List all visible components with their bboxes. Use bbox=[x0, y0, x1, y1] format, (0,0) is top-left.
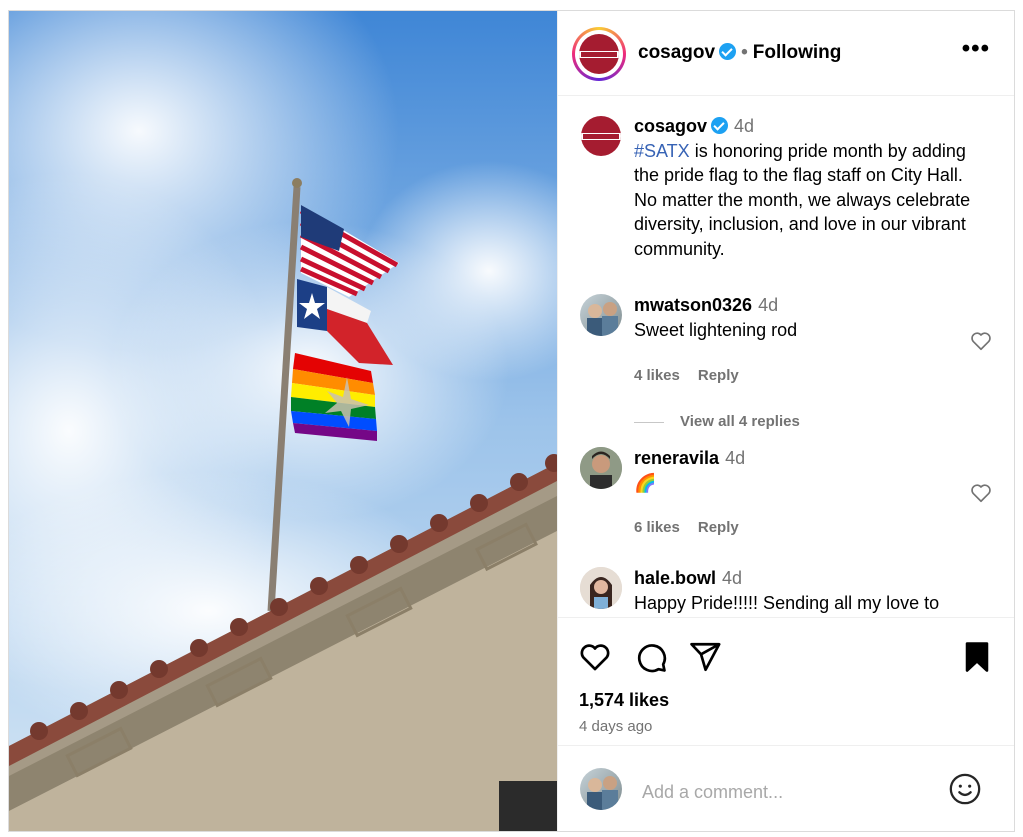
reply-button[interactable]: Reply bbox=[698, 519, 739, 536]
like-comment-heart-icon[interactable] bbox=[970, 482, 992, 504]
comment-time: 4d bbox=[725, 448, 746, 468]
header-username[interactable]: cosagov bbox=[638, 42, 715, 63]
emoji-smiley-icon[interactable] bbox=[948, 772, 982, 806]
like-heart-icon[interactable] bbox=[578, 640, 612, 674]
comment-meta: 4 likes Reply bbox=[634, 367, 757, 384]
caption: cosagov 4d #SATX is honoring pride month … bbox=[634, 114, 974, 261]
comment-time: 4d bbox=[722, 568, 743, 588]
comment-bubble-icon[interactable] bbox=[634, 640, 668, 674]
add-comment-bar: Add a comment... bbox=[558, 745, 1014, 832]
comment-avatar[interactable] bbox=[580, 294, 622, 336]
following-button[interactable]: Following bbox=[753, 42, 842, 63]
more-options-icon[interactable]: ••• bbox=[962, 35, 990, 63]
photo-flags-city-hall bbox=[9, 11, 557, 831]
caption-username[interactable]: cosagov bbox=[634, 116, 707, 136]
comment-username[interactable]: mwatson0326 bbox=[634, 295, 752, 315]
post-header: cosagov • Following ••• bbox=[558, 11, 1014, 96]
share-paper-plane-icon[interactable] bbox=[688, 640, 722, 674]
comments-list[interactable]: cosagov 4d #SATX is honoring pride month … bbox=[558, 95, 1014, 617]
header-username-row: cosagov • Following bbox=[638, 42, 841, 64]
save-bookmark-icon[interactable] bbox=[960, 640, 994, 674]
avatar-photo bbox=[587, 776, 618, 810]
comment: hale.bowl 4d Happy Pride!!!!! Sending all… bbox=[634, 566, 974, 615]
avatar-photo bbox=[587, 302, 618, 336]
replies-divider bbox=[634, 421, 664, 423]
comment-username[interactable]: hale.bowl bbox=[634, 568, 716, 588]
comment-likes[interactable]: 6 likes bbox=[634, 519, 680, 536]
caption-time: 4d bbox=[734, 116, 755, 136]
likes-count[interactable]: 1,574 likes bbox=[579, 690, 669, 711]
comment-text: Sweet lightening rod bbox=[634, 319, 798, 340]
like-comment-heart-icon[interactable] bbox=[970, 330, 992, 352]
post-side-panel: cosagov • Following ••• cosagov 4d #SATX is… bbox=[557, 11, 1014, 831]
comment: reneravila 4d 🌈 bbox=[634, 446, 974, 495]
reply-button[interactable]: Reply bbox=[698, 367, 739, 384]
comment-username[interactable]: reneravila bbox=[634, 448, 719, 468]
current-user-avatar bbox=[580, 768, 622, 810]
caption-avatar[interactable] bbox=[580, 115, 622, 157]
comment-avatar[interactable] bbox=[580, 567, 622, 609]
comment: mwatson0326 4d Sweet lightening rod bbox=[634, 293, 974, 342]
post-modal: cosagov • Following ••• cosagov 4d #SATX is… bbox=[8, 10, 1015, 832]
post-actions: 1,574 likes 4 days ago bbox=[558, 617, 1014, 746]
view-replies-button[interactable]: View all 4 replies bbox=[634, 413, 800, 430]
post-time-ago: 4 days ago bbox=[579, 718, 653, 735]
comment-time: 4d bbox=[758, 295, 779, 315]
hashtag-link[interactable]: #SATX bbox=[634, 141, 690, 161]
comment-meta: 6 likes Reply bbox=[634, 519, 757, 536]
avatar-photo bbox=[580, 567, 622, 609]
comment-text: 🌈 bbox=[634, 472, 657, 493]
verified-badge-icon bbox=[719, 43, 737, 60]
city-seal-logo bbox=[579, 34, 619, 74]
avatar-photo bbox=[580, 447, 622, 489]
separator-dot: • bbox=[741, 42, 748, 63]
post-photo[interactable] bbox=[9, 11, 557, 831]
view-replies-label: View all 4 replies bbox=[680, 413, 800, 430]
comment-text: Happy Pride!!!!! Sending all my love to bbox=[634, 592, 940, 613]
comment-avatar[interactable] bbox=[580, 447, 622, 489]
add-comment-input[interactable]: Add a comment... bbox=[642, 782, 783, 803]
verified-badge-icon bbox=[711, 117, 729, 134]
comment-likes[interactable]: 4 likes bbox=[634, 367, 680, 384]
profile-avatar[interactable] bbox=[572, 27, 626, 81]
